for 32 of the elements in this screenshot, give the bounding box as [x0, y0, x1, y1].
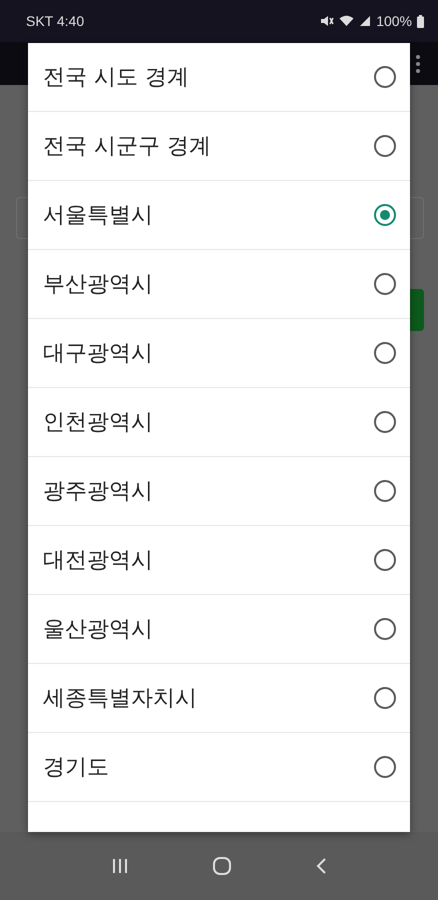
status-time: SKT 4:40 — [26, 13, 84, 29]
radio-button[interactable] — [374, 411, 396, 433]
battery-level: 100% — [376, 13, 412, 29]
signal-icon — [359, 15, 372, 27]
option-item[interactable]: 전국 시도 경계 — [28, 43, 410, 112]
recent-apps-icon[interactable] — [111, 858, 130, 874]
radio-button[interactable] — [374, 204, 396, 226]
option-item[interactable]: 울산광역시 — [28, 595, 410, 664]
radio-button[interactable] — [374, 273, 396, 295]
option-item[interactable]: 인천광역시 — [28, 388, 410, 457]
home-icon[interactable] — [212, 857, 232, 875]
option-item[interactable]: 서울특별시 — [28, 181, 410, 250]
option-item[interactable]: 경기도 — [28, 733, 410, 802]
wifi-icon — [339, 15, 354, 27]
radio-button[interactable] — [374, 549, 396, 571]
battery-icon — [417, 14, 424, 28]
mute-icon — [320, 15, 334, 27]
option-item[interactable]: 부산광역시 — [28, 250, 410, 319]
option-item[interactable]: 세종특별자치시 — [28, 664, 410, 733]
option-item[interactable]: 광주광역시 — [28, 457, 410, 526]
radio-button[interactable] — [374, 756, 396, 778]
radio-button[interactable] — [374, 618, 396, 640]
radio-button[interactable] — [374, 687, 396, 709]
back-icon[interactable] — [314, 857, 327, 875]
more-icon[interactable] — [416, 54, 420, 72]
radio-button[interactable] — [374, 135, 396, 157]
radio-button[interactable] — [374, 66, 396, 88]
option-item[interactable]: 대전광역시 — [28, 526, 410, 595]
option-item[interactable]: 전국 시군구 경계 — [28, 112, 410, 181]
radio-button[interactable] — [374, 342, 396, 364]
radio-button[interactable] — [374, 480, 396, 502]
option-item[interactable]: 대구광역시 — [28, 319, 410, 388]
